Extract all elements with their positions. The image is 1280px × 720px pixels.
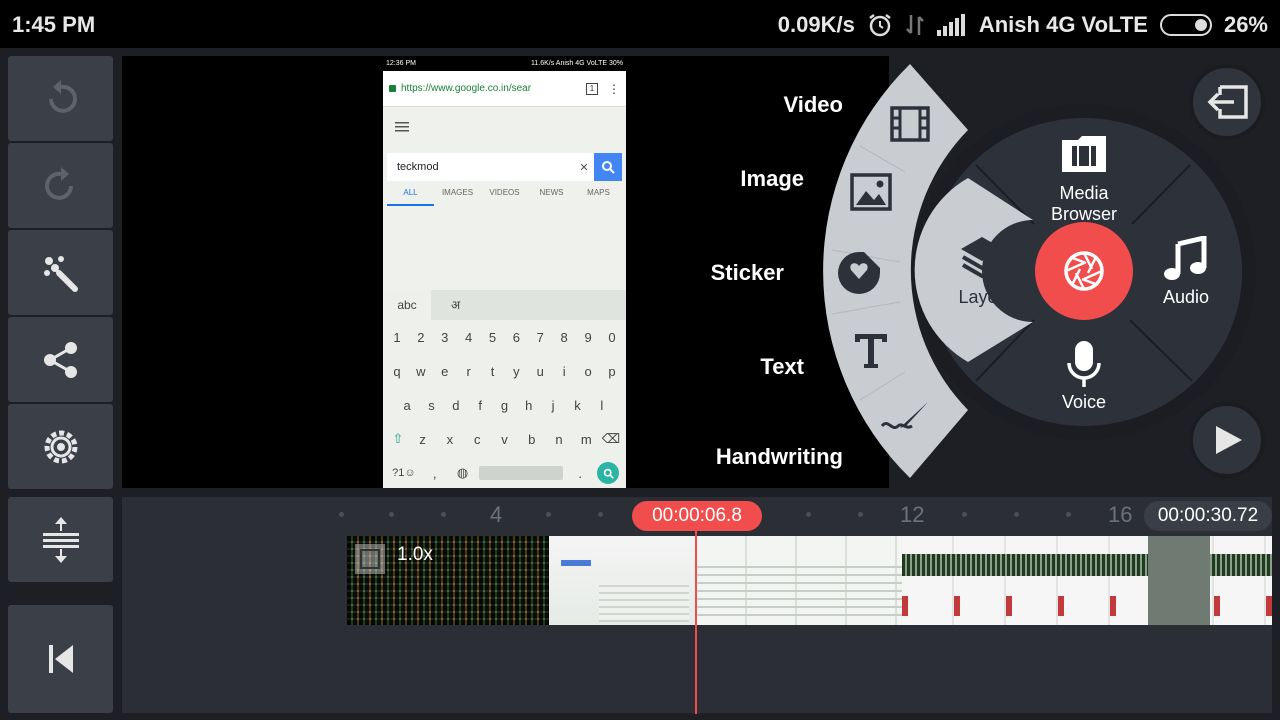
camera-shutter-icon <box>1064 251 1104 291</box>
clip-thumbnail <box>1148 536 1210 625</box>
microphone-icon[interactable] <box>1066 339 1102 389</box>
audio-label[interactable]: Audio <box>1150 287 1222 308</box>
ruler-tick <box>339 512 344 517</box>
exit-icon <box>1207 85 1248 119</box>
ruler-tick <box>389 512 394 517</box>
clip-film-icon <box>355 544 385 574</box>
clip-speed-label: 1.0x <box>397 544 433 565</box>
media-browser-label[interactable]: Media Browser <box>1024 183 1144 225</box>
media-browser-icon[interactable] <box>1060 134 1108 174</box>
play-icon <box>1216 426 1242 454</box>
voice-label[interactable]: Voice <box>1044 392 1124 413</box>
ruler-tick <box>858 512 863 517</box>
ruler-tick <box>598 512 603 517</box>
audio-icon[interactable] <box>1164 236 1208 282</box>
layer-label[interactable]: Layer <box>946 287 1016 308</box>
ruler-tick <box>441 512 446 517</box>
clip-thumbnail <box>902 554 1272 576</box>
total-time-pill: 00:00:30.72 <box>1144 501 1272 531</box>
ruler-tick <box>546 512 551 517</box>
ruler-tick <box>1014 512 1019 517</box>
clip-thumbnail <box>697 566 902 616</box>
timeline-clip[interactable]: 1.0x <box>347 536 549 625</box>
layer-icon[interactable] <box>957 233 1007 283</box>
timeline-clip[interactable] <box>697 536 902 625</box>
clip-thumbnail <box>561 560 591 566</box>
ruler-tick <box>1066 512 1071 517</box>
playhead[interactable] <box>695 528 697 714</box>
clip-thumbnail <box>599 582 689 622</box>
ruler-tick <box>806 512 811 517</box>
ruler-label: 4 <box>490 502 503 527</box>
play-button[interactable] <box>1189 402 1265 478</box>
timeline-clip[interactable] <box>549 536 696 625</box>
ruler-label: 16 <box>1108 502 1133 527</box>
ruler-tick <box>962 512 967 517</box>
current-time-pill: 00:00:06.8 <box>632 501 762 531</box>
timeline-clip[interactable] <box>902 536 1272 625</box>
kinemaster-editor: 1:45 PM 0.09K/s Anish 4G VoLTE 26% 12:36… <box>0 0 1280 720</box>
clip-thumbnail <box>902 596 1272 616</box>
ruler-label: 12 <box>900 502 925 527</box>
exit-button[interactable] <box>1189 64 1265 140</box>
